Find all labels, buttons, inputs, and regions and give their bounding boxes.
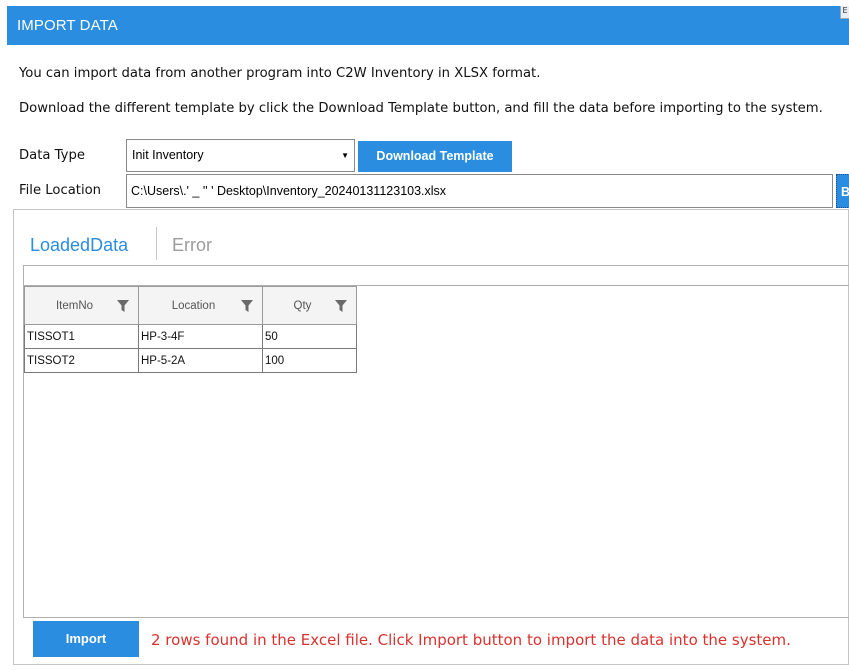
window-title: IMPORT DATA bbox=[7, 6, 849, 45]
browse-button[interactable]: Br bbox=[836, 174, 849, 208]
import-data-window: IMPORT DATA E You can import data from a… bbox=[7, 6, 849, 671]
column-header-label: Qty bbox=[293, 299, 312, 312]
column-header-qty[interactable]: Qty bbox=[262, 286, 357, 325]
cell-qty[interactable]: 50 bbox=[262, 324, 357, 349]
cell-qty[interactable]: 100 bbox=[262, 348, 357, 373]
file-location-input[interactable]: C:\Users\.' _ '' ' Desktop\Inventory_202… bbox=[126, 174, 833, 208]
table-row[interactable]: TISSOT2 HP-5-2A 100 bbox=[24, 348, 357, 373]
data-grid: ItemNo Location Qty TISSOT1 HP-3-4F 50 T… bbox=[23, 265, 849, 618]
data-type-select[interactable]: Init Inventory ▼ bbox=[126, 139, 355, 172]
status-message: 2 rows found in the Excel file. Click Im… bbox=[151, 631, 791, 649]
cell-location[interactable]: HP-3-4F bbox=[138, 324, 263, 349]
chevron-down-icon: ▼ bbox=[341, 151, 349, 160]
data-type-value: Init Inventory bbox=[132, 148, 204, 162]
table-row[interactable]: TISSOT1 HP-3-4F 50 bbox=[24, 324, 357, 349]
file-location-label: File Location bbox=[19, 183, 102, 198]
download-template-button[interactable]: Download Template bbox=[358, 141, 512, 172]
cell-itemno[interactable]: TISSOT1 bbox=[24, 324, 139, 349]
column-header-label: Location bbox=[171, 299, 216, 312]
grid-table: ItemNo Location Qty TISSOT1 HP-3-4F 50 T… bbox=[24, 286, 357, 373]
tab-separator bbox=[156, 227, 157, 260]
tab-loaded-data[interactable]: LoadedData bbox=[30, 235, 128, 256]
column-header-location[interactable]: Location bbox=[138, 286, 263, 325]
import-button[interactable]: Import bbox=[33, 621, 139, 657]
tab-error[interactable]: Error bbox=[172, 235, 212, 256]
data-panel: LoadedData Error ItemNo Location Qty TIS… bbox=[13, 209, 849, 665]
data-type-label: Data Type bbox=[19, 148, 85, 163]
grid-header-row: ItemNo Location Qty bbox=[24, 286, 357, 325]
column-header-itemno[interactable]: ItemNo bbox=[24, 286, 139, 325]
intro-text-line1: You can import data from another program… bbox=[19, 66, 541, 81]
window-corner-button[interactable]: E bbox=[840, 6, 849, 19]
cell-location[interactable]: HP-5-2A bbox=[138, 348, 263, 373]
intro-text-line2: Download the different template by click… bbox=[19, 101, 823, 116]
column-header-label: ItemNo bbox=[55, 299, 94, 312]
grid-group-panel bbox=[24, 266, 849, 286]
cell-itemno[interactable]: TISSOT2 bbox=[24, 348, 139, 373]
